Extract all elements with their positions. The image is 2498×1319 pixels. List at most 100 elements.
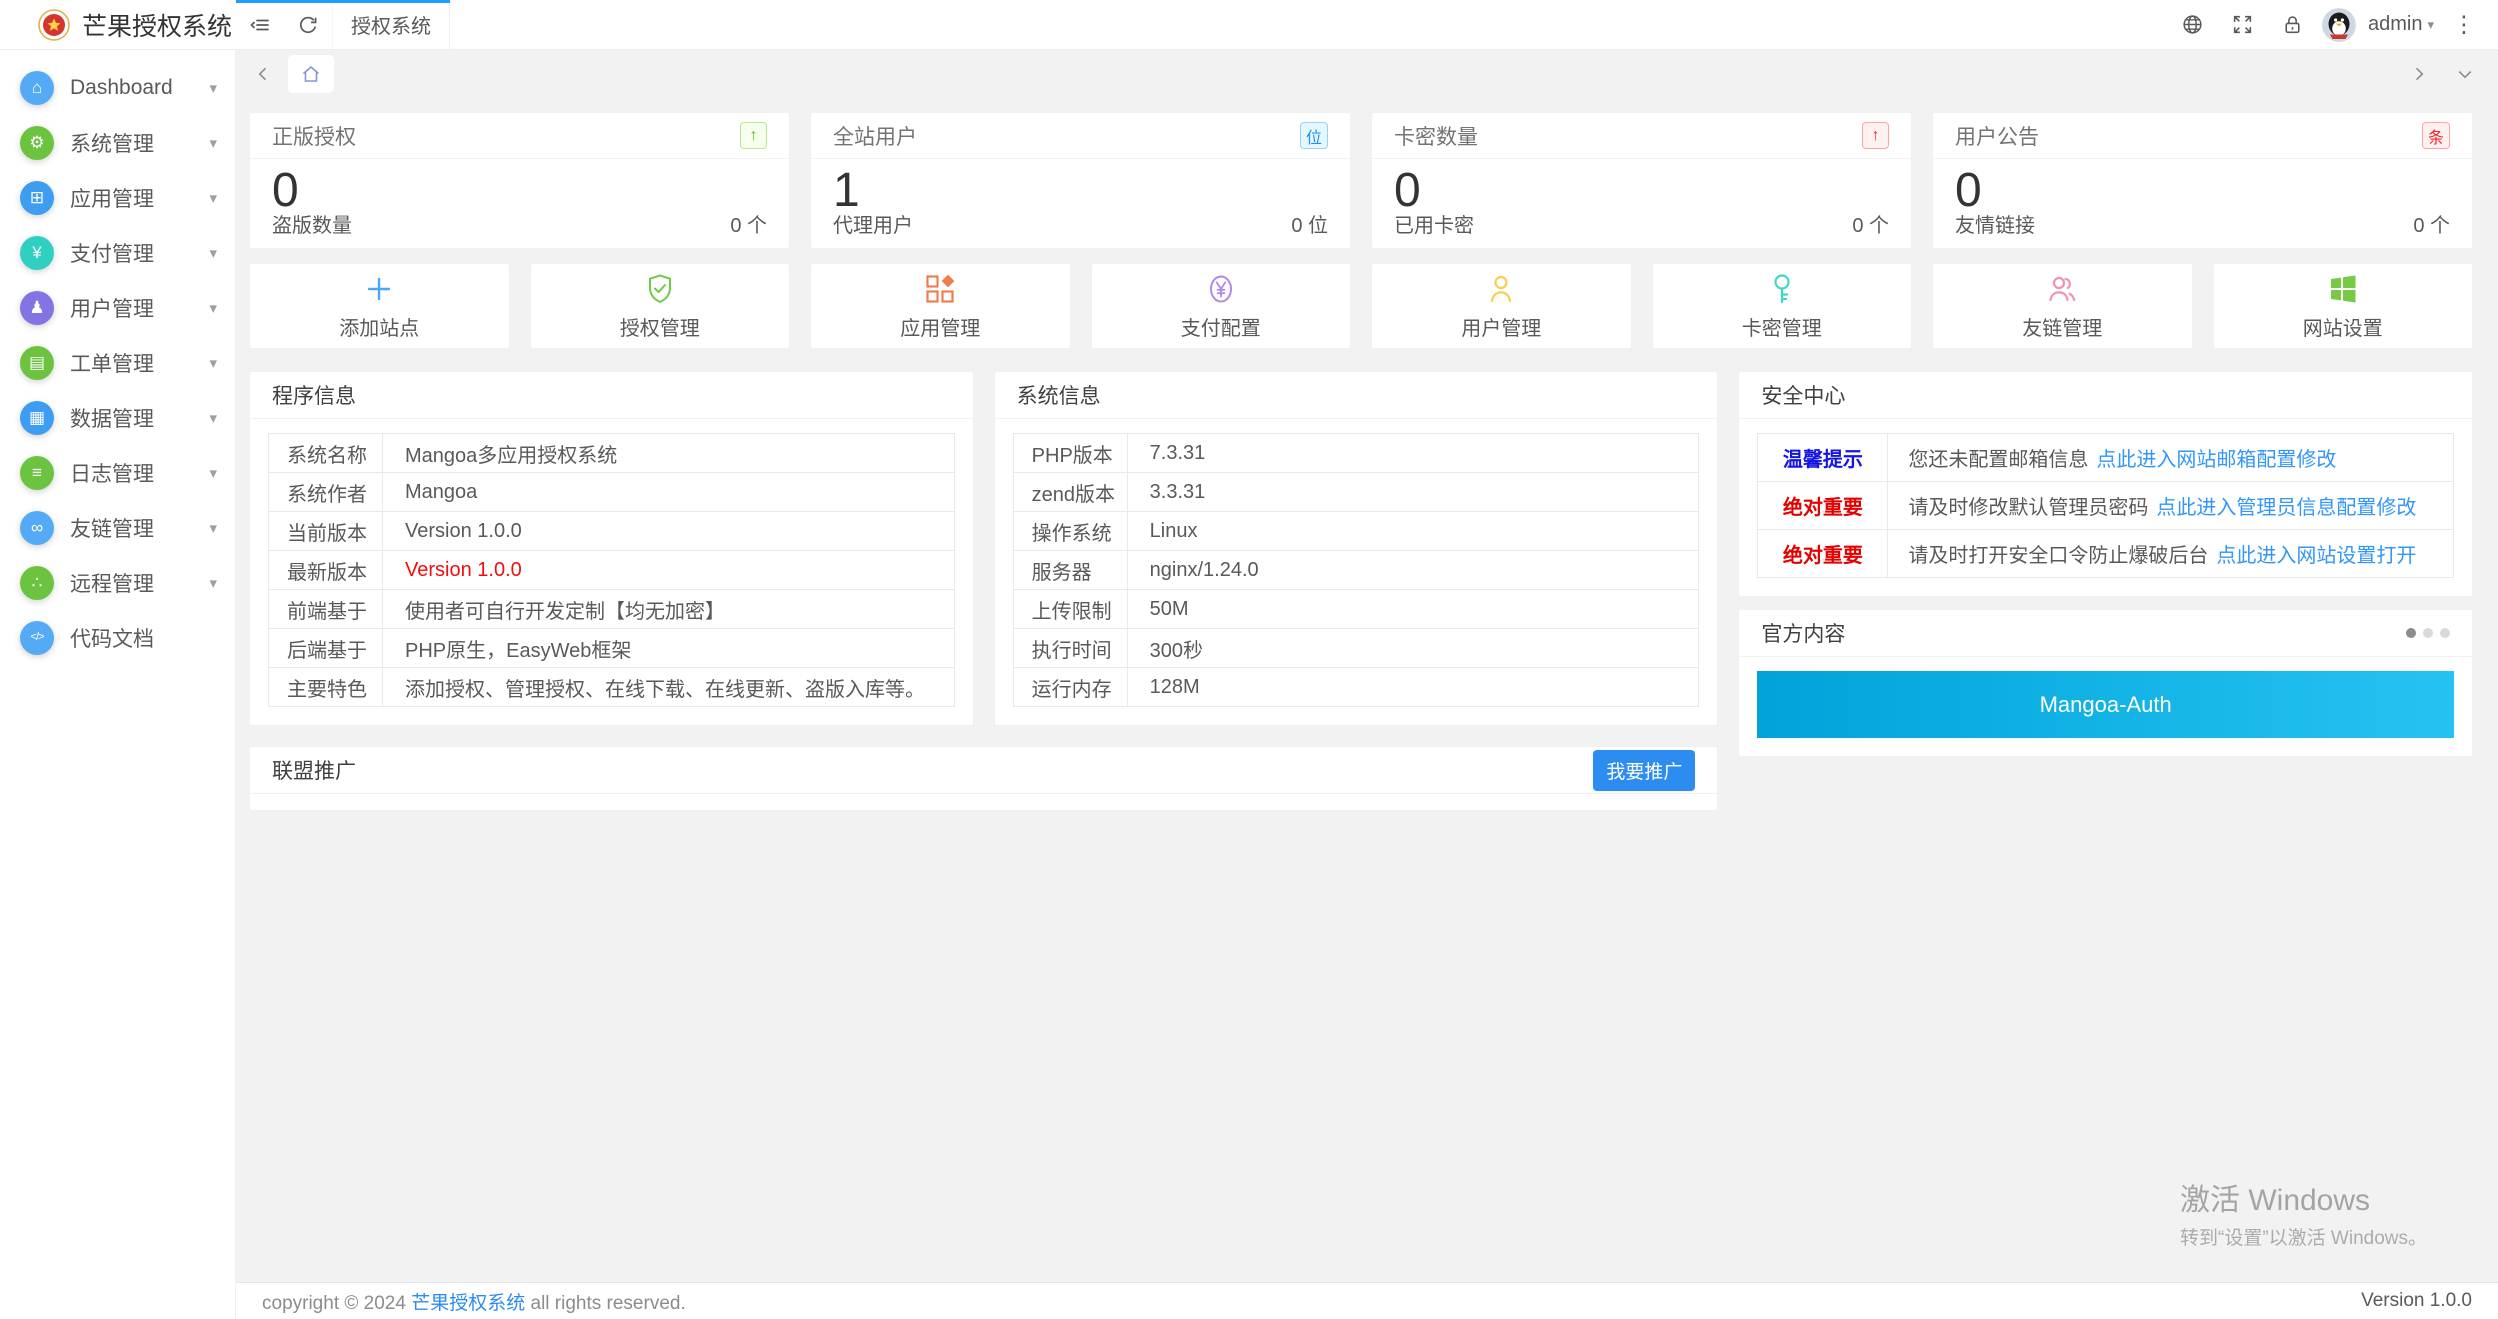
quick-action-auth-manage[interactable]: 授权管理 <box>530 263 791 349</box>
sidebar-item-apps[interactable]: ⊞ 应用管理 <box>0 170 235 225</box>
table-row: 最新版本 Version 1.0.0 <box>269 551 954 590</box>
security-row: 绝对重要 请及时修改默认管理员密码 点此进入管理员信息配置修改 <box>1758 482 2453 530</box>
sidebar: ⌂ Dashboard ⚙ 系统管理 ⊞ 应用管理 ¥ 支付管理 ♟ 用户管理 … <box>0 50 236 1319</box>
panel-security-center: 安全中心 温馨提示 您还未配置邮箱信息 点此进入网站邮箱配置修改 <box>1738 371 2473 597</box>
avatar[interactable] <box>2322 8 2356 42</box>
topbar-actions: admin ▾ ⋮ <box>2172 0 2498 49</box>
stat-footer-label: 盗版数量 <box>272 209 352 238</box>
security-link[interactable]: 点此进入网站邮箱配置修改 <box>2096 443 2336 472</box>
nav-back-button[interactable] <box>250 55 276 93</box>
sidebar-item-docs[interactable]: </> 代码文档 <box>0 610 235 665</box>
carousel-dot[interactable] <box>2440 628 2450 638</box>
security-tag: 温馨提示 <box>1758 434 1888 481</box>
status-badge: ↑ <box>1862 122 1889 149</box>
nav-collapse-button[interactable] <box>2456 65 2474 83</box>
security-tag: 绝对重要 <box>1758 482 1888 529</box>
nav-forward-button[interactable] <box>2410 65 2428 83</box>
stat-card-genuine: 正版授权 ↑ 0 盗版数量 0 个 <box>249 112 790 249</box>
footer-version: Version 1.0.0 <box>2361 1290 2472 1312</box>
carousel-dots <box>2406 628 2450 638</box>
yen-icon: ¥ <box>20 236 54 270</box>
chevron-down-icon: ▾ <box>2427 17 2434 33</box>
carousel-dot[interactable] <box>2406 628 2416 638</box>
panel-title: 系统信息 <box>995 372 1718 419</box>
sidebar-item-data[interactable]: ▦ 数据管理 <box>0 390 235 445</box>
apps-icon: ⊞ <box>20 181 54 215</box>
panel-promotion: 联盟推广 我要推广 <box>249 746 1718 811</box>
security-link[interactable]: 点此进入管理员信息配置修改 <box>2156 491 2416 520</box>
latest-version-value: Version 1.0.0 <box>383 551 522 589</box>
security-text: 您还未配置邮箱信息 <box>1908 443 2088 472</box>
kebab-menu-button[interactable]: ⋮ <box>2446 11 2482 38</box>
windows-activation-watermark: 激活 Windows 转到“设置”以激活 Windows。 <box>2180 1175 2427 1250</box>
stat-footer-value: 0 个 <box>2413 209 2450 238</box>
official-banner[interactable]: Mangoa-Auth <box>1757 671 2454 738</box>
table-row: zend版本 3.3.31 <box>1014 473 1699 512</box>
body-row: ⌂ Dashboard ⚙ 系统管理 ⊞ 应用管理 ¥ 支付管理 ♟ 用户管理 … <box>0 50 2498 1319</box>
sidebar-item-workorders[interactable]: ▤ 工单管理 <box>0 335 235 390</box>
admin-menu[interactable]: admin ▾ <box>2364 13 2438 36</box>
promote-button[interactable]: 我要推广 <box>1593 750 1695 791</box>
lock-button[interactable] <box>2272 4 2314 46</box>
carousel-dot[interactable] <box>2423 628 2433 638</box>
home-icon <box>300 63 322 85</box>
topbar: 芒果授权系统 授权系统 <box>0 0 2498 50</box>
home-icon: ⌂ <box>20 71 54 105</box>
quick-action-links-manage[interactable]: 友链管理 <box>1932 263 2193 349</box>
fullscreen-button[interactable] <box>2222 4 2264 46</box>
home-tab-button[interactable] <box>288 55 334 93</box>
sidebar-item-dashboard[interactable]: ⌂ Dashboard <box>0 60 235 115</box>
security-link[interactable]: 点此进入网站设置打开 <box>2216 539 2416 568</box>
table-row: 前端基于 使用者可自行开发定制【均无加密】 <box>269 590 954 629</box>
sidebar-item-payment[interactable]: ¥ 支付管理 <box>0 225 235 280</box>
app-window: 芒果授权系统 授权系统 <box>0 0 2498 1319</box>
quick-actions: 添加站点 授权管理 <box>249 263 2473 349</box>
gear-icon: ⚙ <box>20 126 54 160</box>
globe-button[interactable] <box>2172 4 2214 46</box>
quick-action-user-manage[interactable]: 用户管理 <box>1371 263 1632 349</box>
shield-check-icon <box>643 272 677 306</box>
stat-footer-value: 0 个 <box>1852 209 1889 238</box>
quick-action-site-settings[interactable]: 网站设置 <box>2213 263 2474 349</box>
nav-right-tools <box>2410 65 2474 83</box>
panel-program-info: 程序信息 系统名称 Mangoa多应用授权系统 系统作者 <box>249 371 974 726</box>
share-icon: ∴ <box>20 566 54 600</box>
panel-title: 安全中心 <box>1739 372 2472 419</box>
quick-action-cardkey-manage[interactable]: 卡密管理 <box>1652 263 1913 349</box>
sidebar-item-links[interactable]: ∞ 友链管理 <box>0 500 235 555</box>
refresh-button[interactable] <box>284 0 332 49</box>
stat-cards: 正版授权 ↑ 0 盗版数量 0 个 全站用户 位 <box>249 112 2473 249</box>
sidebar-item-logs[interactable]: ≡ 日志管理 <box>0 445 235 500</box>
tab-auth-system[interactable]: 授权系统 <box>332 0 450 49</box>
database-icon: ▦ <box>20 401 54 435</box>
stat-footer-label: 已用卡密 <box>1394 209 1474 238</box>
footer-brand-link[interactable]: 芒果授权系统 <box>411 1293 525 1314</box>
sidebar-item-remote[interactable]: ∴ 远程管理 <box>0 555 235 610</box>
program-info-table: 系统名称 Mangoa多应用授权系统 系统作者 Mangoa <box>268 433 955 707</box>
status-badge: 条 <box>2422 122 2450 149</box>
stat-card-title: 卡密数量 <box>1394 121 1478 151</box>
quick-action-app-manage[interactable]: 应用管理 <box>810 263 1071 349</box>
sidebar-item-system[interactable]: ⚙ 系统管理 <box>0 115 235 170</box>
quick-action-pay-config[interactable]: 支付配置 <box>1091 263 1352 349</box>
stat-card-title: 用户公告 <box>1955 121 2039 151</box>
footer-copyright: copyright © 2024 芒果授权系统 all rights reser… <box>262 1288 686 1315</box>
windows-icon <box>2326 272 2360 306</box>
panel-title: 联盟推广 <box>272 755 356 785</box>
code-icon: </> <box>20 621 54 655</box>
quick-action-add-site[interactable]: 添加站点 <box>249 263 510 349</box>
stat-footer-label: 代理用户 <box>833 209 913 238</box>
sidebar-toggle-button[interactable] <box>236 0 284 49</box>
panel-system-info: 系统信息 PHP版本 7.3.31 zend版本 <box>994 371 1719 726</box>
stat-card-title: 全站用户 <box>833 121 917 151</box>
panels-row: 程序信息 系统名称 Mangoa多应用授权系统 系统作者 <box>249 371 2473 811</box>
sidebar-item-users[interactable]: ♟ 用户管理 <box>0 280 235 335</box>
people-icon <box>2045 272 2079 306</box>
stat-card-announcements: 用户公告 条 0 友情链接 0 个 <box>1932 112 2473 249</box>
user-icon <box>1484 272 1518 306</box>
users-icon: ♟ <box>20 291 54 325</box>
table-row: 当前版本 Version 1.0.0 <box>269 512 954 551</box>
table-row: 服务器 nginx/1.24.0 <box>1014 551 1699 590</box>
table-row: 运行内存 128M <box>1014 668 1699 706</box>
log-icon: ≡ <box>20 456 54 490</box>
